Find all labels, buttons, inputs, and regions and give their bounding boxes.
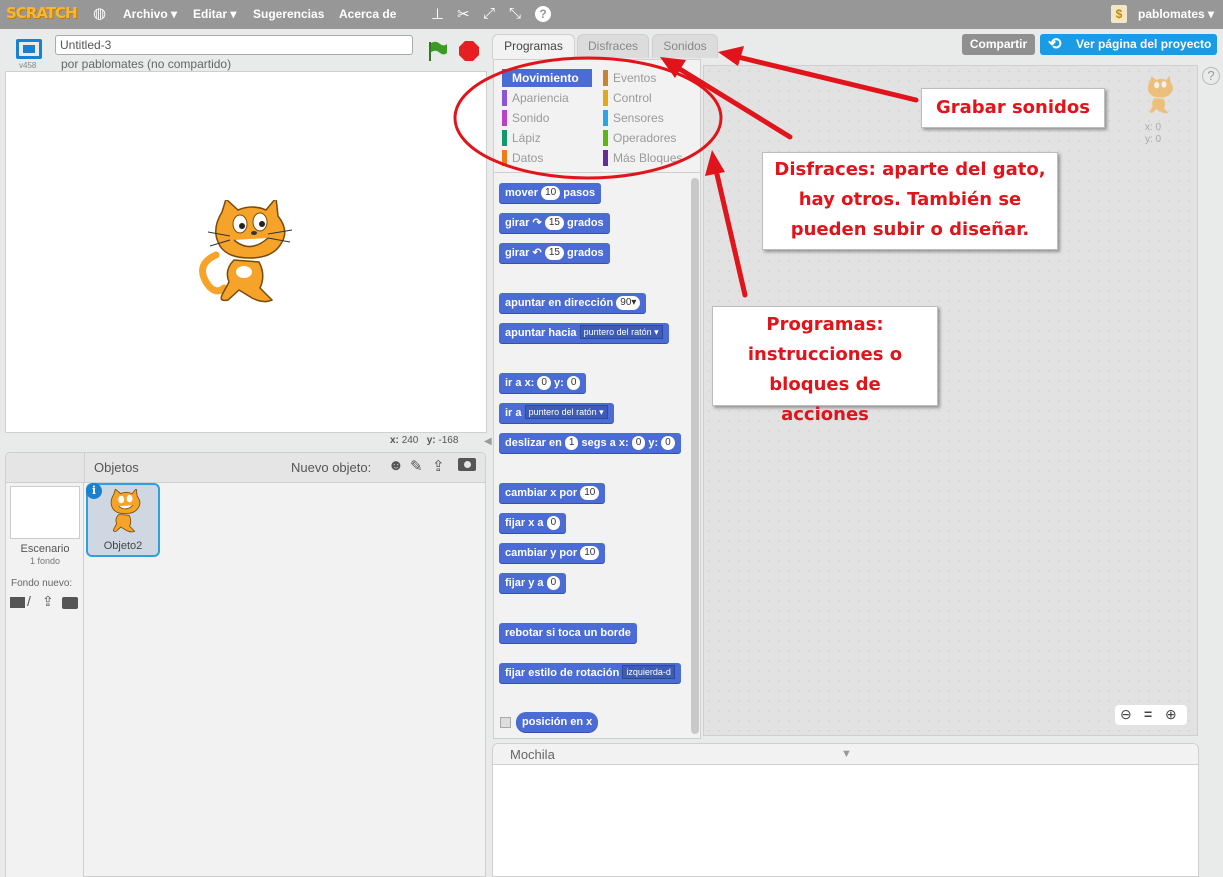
- arrow-programas: [713, 167, 748, 298]
- callout-programas: Programas: instrucciones o bloques de ac…: [712, 306, 938, 425]
- annotation-overlay: [453, 46, 919, 298]
- arrow-head: [718, 46, 744, 66]
- callout-sonidos: Grabar sonidos: [921, 88, 1105, 128]
- callout-disfraces: Disfraces: aparte del gato, hay otros. T…: [762, 152, 1058, 250]
- arrow-head: [705, 150, 725, 176]
- categories-highlight-ellipse: [453, 56, 723, 180]
- arrow-sonidos: [735, 54, 919, 103]
- arrow-disfraces: [675, 65, 793, 140]
